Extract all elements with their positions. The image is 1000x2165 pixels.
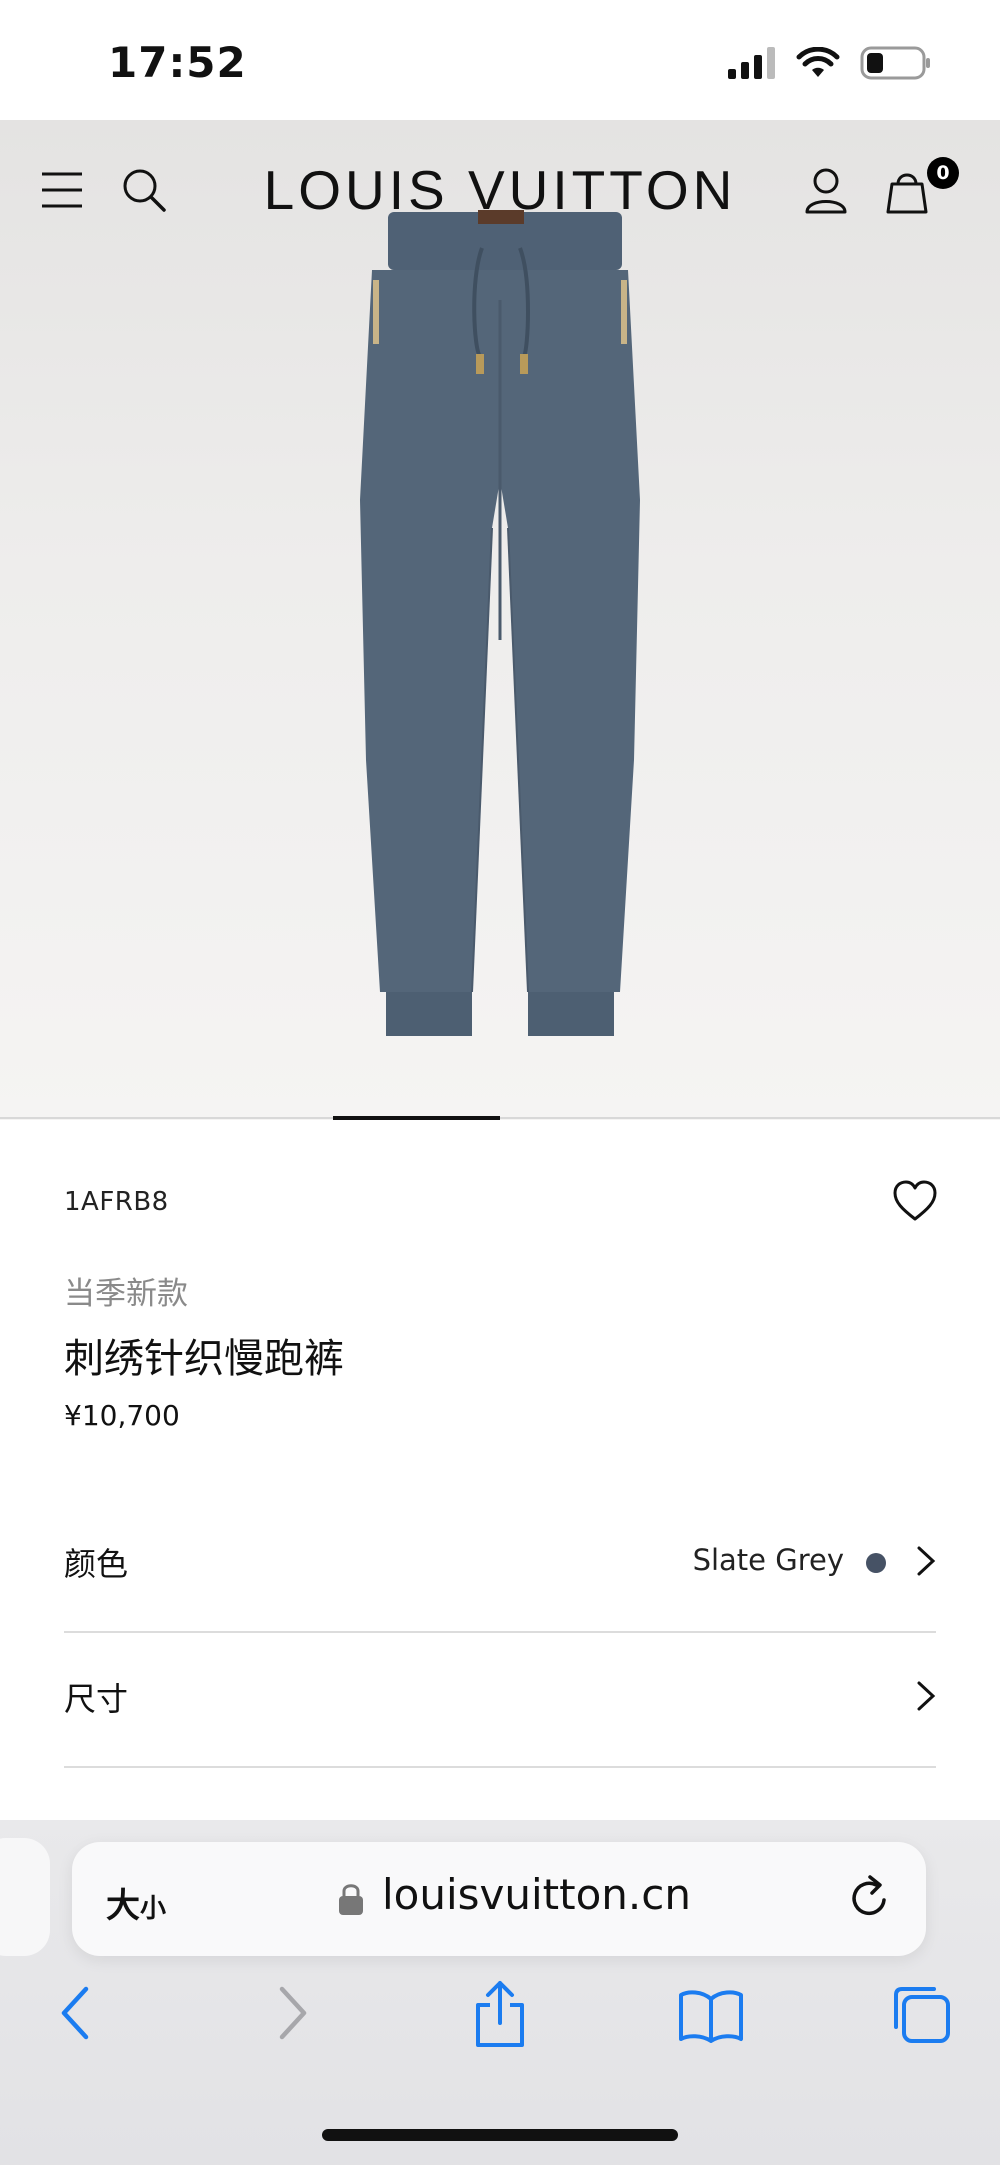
chevron-right-icon [917, 1681, 936, 1711]
previous-tab-preview[interactable] [0, 1838, 50, 1956]
color-label: 颜色 [64, 1545, 129, 1583]
status-bar: 17:52 [0, 0, 1000, 120]
forward-icon[interactable] [276, 1985, 310, 2041]
text-size-big: 大 [106, 1886, 140, 1926]
color-selector[interactable]: 颜色 Slate Grey [64, 1497, 936, 1633]
cart-count-badge: 0 [927, 157, 959, 189]
product-image[interactable] [0, 120, 1000, 1120]
address-bar[interactable]: 大小 louisvuitton.cn [72, 1842, 926, 1956]
size-label: 尺寸 [64, 1680, 129, 1718]
color-swatch [866, 1553, 886, 1573]
share-icon[interactable] [472, 1979, 528, 2049]
site-header: LOUIS VUITTON [0, 150, 1000, 230]
size-selector[interactable]: 尺寸 [64, 1632, 936, 1768]
back-icon[interactable] [58, 1985, 92, 2041]
tabs-icon[interactable] [890, 1983, 952, 2045]
status-time: 17:52 [108, 38, 247, 87]
cellular-signal-icon [728, 47, 775, 79]
battery-icon [860, 46, 930, 80]
text-size-small: 小 [140, 1894, 167, 1924]
text-size-button[interactable]: 大小 [106, 1878, 166, 1927]
product-price: ¥10,700 [64, 1399, 180, 1432]
shopping-bag-icon[interactable] [884, 168, 930, 214]
product-sku: 1AFRB8 [64, 1187, 169, 1217]
product-title: 刺绣针织慢跑裤 [64, 1336, 344, 1382]
bookmarks-icon[interactable] [678, 1989, 744, 2043]
chevron-right-icon [917, 1546, 936, 1576]
color-value: Slate Grey [692, 1543, 844, 1577]
home-indicator[interactable] [322, 2129, 678, 2141]
brand-logo[interactable]: LOUIS VUITTON [0, 158, 1000, 222]
reload-icon[interactable] [848, 1874, 892, 1920]
image-pager-track [0, 1117, 1000, 1119]
wifi-icon [796, 47, 840, 77]
season-tag: 当季新款 [64, 1276, 188, 1312]
status-icons [728, 46, 932, 80]
url-text: louisvuitton.cn [382, 1870, 691, 1919]
lock-icon [339, 1884, 363, 1915]
account-icon[interactable] [804, 168, 848, 214]
jogging-pants-image [360, 210, 640, 1036]
browser-toolbar [0, 1981, 1000, 2055]
heart-icon[interactable] [892, 1180, 938, 1222]
